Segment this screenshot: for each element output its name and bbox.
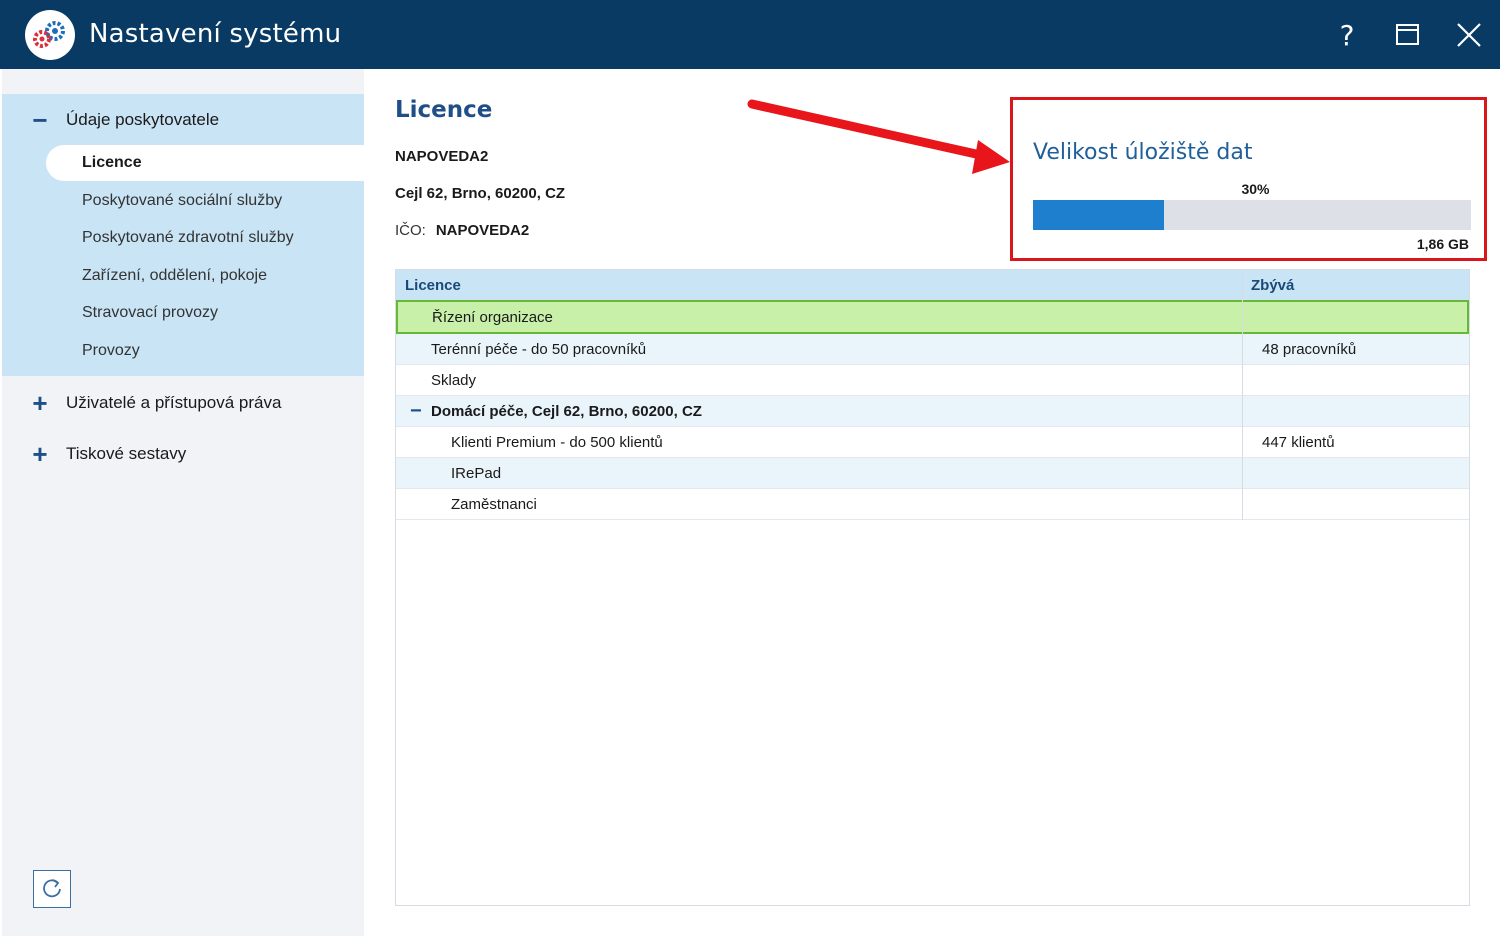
column-header-zbyva[interactable]: Zbývá <box>1251 270 1294 300</box>
provider-ico: IČO: NAPOVEDA2 <box>395 222 529 239</box>
sidebar-group-label: Uživatelé a přístupová práva <box>66 393 282 412</box>
collapse-icon[interactable]: − <box>30 107 50 133</box>
table-row[interactable]: Klienti Premium - do 500 klientů 447 kli… <box>396 427 1469 458</box>
sidebar-group-label: Údaje poskytovatele <box>66 110 220 129</box>
sidebar-group-label: Tiskové sestavy <box>66 444 187 463</box>
license-name: Zaměstnanci <box>451 496 537 513</box>
sidebar-item-zarizeni[interactable]: Zařízení, oddělení, pokoje <box>46 258 364 294</box>
table-row[interactable]: Terénní péče - do 50 pracovníků 48 praco… <box>396 334 1469 365</box>
table-row[interactable]: Řízení organizace <box>396 300 1469 334</box>
gears-icon <box>25 10 75 60</box>
refresh-button[interactable] <box>33 870 71 908</box>
sidebar-group-header-uzivatele[interactable]: + Uživatelé a přístupová práva <box>2 383 364 423</box>
license-name: Terénní péče - do 50 pracovníků <box>431 341 647 358</box>
sidebar-group-udaje: − Údaje poskytovatele Licence Poskytovan… <box>2 94 364 376</box>
help-button[interactable]: ? <box>1327 16 1367 54</box>
expand-icon[interactable]: + <box>30 390 50 416</box>
sidebar-group-header-udaje[interactable]: − Údaje poskytovatele <box>2 100 364 140</box>
license-name: Klienti Premium - do 500 klientů <box>451 434 663 451</box>
sidebar-item-zdravotni-sluzby[interactable]: Poskytované zdravotní služby <box>46 220 364 256</box>
table-header: Licence Zbývá <box>396 270 1469 300</box>
table-group-row[interactable]: − Domácí péče, Cejl 62, Brno, 60200, CZ <box>396 396 1469 427</box>
license-name: IRePad <box>451 465 502 482</box>
sidebar-item-licence[interactable]: Licence <box>46 145 364 181</box>
sidebar-group-header-tiskove-sestavy[interactable]: + Tiskové sestavy <box>2 434 364 474</box>
sidebar-item-provozy[interactable]: Provozy <box>46 333 364 369</box>
sidebar-item-stravovaci-provozy[interactable]: Stravovací provozy <box>46 295 364 331</box>
refresh-icon <box>43 879 61 898</box>
page-title: Licence <box>395 97 493 123</box>
storage-highlight-box: Velikost úložiště dat 30% 1,86 GB <box>1010 97 1487 261</box>
sidebar-item-socialni-sluzby[interactable]: Poskytované sociální služby <box>46 183 364 219</box>
main-panel: Licence NAPOVEDA2 Cejl 62, Brno, 60200, … <box>364 69 1498 936</box>
storage-progress-bar <box>1033 200 1471 230</box>
column-separator <box>1242 270 1243 520</box>
close-icon <box>1457 23 1481 47</box>
maximize-button[interactable] <box>1388 16 1428 54</box>
storage-title: Velikost úložiště dat <box>1033 140 1253 165</box>
maximize-icon <box>1396 24 1419 45</box>
provider-name: NAPOVEDA2 <box>395 148 489 165</box>
collapse-icon[interactable]: − <box>410 396 422 427</box>
table-row[interactable]: Sklady <box>396 365 1469 396</box>
ico-label: IČO: <box>395 222 426 239</box>
license-remaining: 48 pracovníků <box>1262 341 1357 358</box>
license-table: Licence Zbývá Řízení organizace Terénní … <box>395 269 1470 906</box>
license-name: Řízení organizace <box>432 308 553 326</box>
sidebar: − Údaje poskytovatele Licence Poskytovan… <box>2 69 364 936</box>
close-button[interactable] <box>1449 16 1489 54</box>
ico-value: NAPOVEDA2 <box>435 222 530 239</box>
provider-address: Cejl 62, Brno, 60200, CZ <box>395 185 566 202</box>
license-remaining: 447 klientů <box>1262 434 1335 451</box>
storage-percent: 30% <box>1241 181 1270 197</box>
license-name: Sklady <box>431 372 477 389</box>
table-row[interactable]: Zaměstnanci <box>396 489 1469 520</box>
license-group-name: Domácí péče, Cejl 62, Brno, 60200, CZ <box>431 403 702 420</box>
table-row[interactable]: IRePad <box>396 458 1469 489</box>
column-header-licence[interactable]: Licence <box>405 270 461 300</box>
window-title: Nastavení systému <box>89 19 342 49</box>
storage-progress-fill <box>1033 200 1165 230</box>
storage-size: 1,86 GB <box>1416 236 1469 252</box>
expand-icon[interactable]: + <box>30 441 50 467</box>
title-bar: Nastavení systému ? <box>0 0 1500 69</box>
